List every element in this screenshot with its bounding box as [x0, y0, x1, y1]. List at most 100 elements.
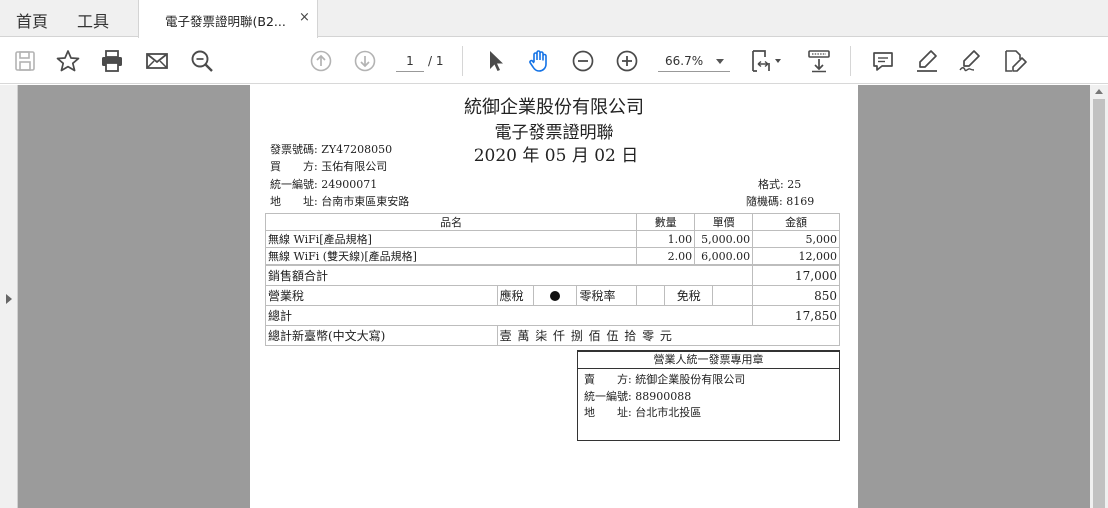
stamp-seller-row: 賣 方: 統御企業股份有限公司 [584, 371, 745, 387]
buyer-tax-id-row: 統一編號: 24900071 [270, 176, 377, 192]
zoom-level-select[interactable]: 66.7% [658, 50, 730, 72]
print-icon[interactable] [99, 48, 125, 74]
random-code-row: 隨機碼: 8169 [746, 193, 814, 209]
buyer-address-row: 地 址: 台南市東區東安路 [270, 193, 409, 209]
column-header-price: 單價 [694, 213, 754, 231]
item-price: 6,000.00 [694, 247, 754, 265]
document-tab[interactable]: 電子發票證明聯(B2... × [138, 0, 318, 38]
zero-rate-mark [636, 285, 666, 306]
bookmark-star-icon[interactable] [55, 48, 81, 74]
stamp-tax-id-value: 88900088 [635, 390, 692, 403]
item-qty: 2.00 [636, 247, 696, 265]
stamp-header: 營業人統一發票專用章 [578, 351, 839, 369]
toolbar-divider [850, 46, 851, 76]
exempt-label: 免稅 [664, 285, 714, 306]
zoom-out-icon[interactable] [570, 48, 596, 74]
highlight-pen-icon[interactable] [914, 48, 940, 74]
sales-total-label: 銷售額合計 [264, 265, 754, 286]
scroll-up-arrow-icon[interactable] [1095, 89, 1103, 94]
chinese-total-label: 總計新臺幣(中文大寫) [265, 325, 498, 346]
stamp-address-label: 地 址: [584, 406, 632, 419]
comment-icon[interactable] [870, 48, 896, 74]
seller-company-title: 統御企業股份有限公司 [464, 97, 644, 118]
column-header-item: 品名 [264, 213, 638, 231]
random-code-value: 8169 [786, 195, 815, 208]
item-amount: 12,000 [752, 247, 840, 265]
random-code-label: 隨機碼: [746, 195, 783, 208]
scrollbar-thumb[interactable] [1093, 99, 1105, 508]
item-name: 無線 WiFi (雙天線)[產品規格] [264, 247, 638, 265]
seller-stamp-box: 營業人統一發票專用章 賣 方: 統御企業股份有限公司 統一編號: 8890008… [577, 350, 840, 441]
taxable-label: 應稅 [496, 285, 534, 306]
table-header-row: 品名 數量 單價 金額 [264, 213, 840, 231]
table-row: 無線 WiFi[產品規格] 1.00 5,000.00 5,000 [264, 230, 840, 248]
tax-label: 營業稅 [265, 285, 498, 306]
close-tab-icon[interactable]: × [299, 10, 310, 25]
tax-amount: 850 [752, 285, 840, 306]
exempt-mark [712, 285, 754, 306]
address-value: 台南市東區東安路 [321, 195, 410, 208]
item-name: 無線 WiFi[產品規格] [264, 230, 638, 248]
invoice-totals-table: 銷售額合計 17,000 營業稅 應稅 零稅率 免稅 850 總計 17,850… [264, 265, 841, 346]
menu-tools[interactable]: 工具 [77, 8, 109, 32]
format-row: 格式: 25 [758, 176, 801, 192]
item-amount: 5,000 [752, 230, 840, 248]
select-cursor-icon[interactable] [482, 48, 508, 74]
grand-total-row: 總計 17,850 [264, 305, 840, 326]
page-fit-icon[interactable] [748, 48, 784, 74]
email-icon[interactable] [144, 48, 170, 74]
sign-pen-icon[interactable] [957, 48, 983, 74]
menu-bar: 首頁 工具 電子發票證明聯(B2... × [0, 0, 1108, 38]
item-price: 5,000.00 [694, 230, 754, 248]
format-value: 25 [787, 178, 802, 191]
stamp-tax-id-row: 統一編號: 88900088 [584, 388, 691, 404]
invoice-number-value: ZY47208050 [321, 143, 393, 156]
stamp-address-value: 台北市北投區 [635, 406, 702, 419]
item-qty: 1.00 [636, 230, 696, 248]
chevron-down-icon [716, 59, 724, 64]
toolbar: 1 / 1 66.7% [0, 38, 1108, 84]
zoom-level-value: 66.7% [665, 54, 704, 68]
column-header-qty: 數量 [636, 213, 696, 231]
tax-row: 營業稅 應稅 零稅率 免稅 850 [265, 285, 840, 306]
stamp-address-row: 地 址: 台北市北投區 [584, 404, 701, 420]
hand-tool-icon[interactable] [526, 48, 552, 74]
zoom-search-icon[interactable] [189, 48, 215, 74]
zero-rate-label: 零稅率 [576, 285, 638, 306]
document-title: 電子發票證明聯 [494, 123, 614, 143]
sales-total-value: 17,000 [752, 265, 840, 286]
chinese-total-row: 總計新臺幣(中文大寫) 壹 萬 柒 仟 捌 佰 伍 拾 零 元 [265, 325, 841, 346]
address-label: 地 址: [270, 195, 318, 208]
table-row: 無線 WiFi (雙天線)[產品規格] 2.00 6,000.00 12,000 [264, 247, 840, 265]
invoice-number-label: 發票號碼: [270, 143, 318, 156]
page-number-input[interactable]: 1 [396, 50, 424, 72]
buyer-value: 玉佑有限公司 [321, 160, 388, 173]
stamp-tax-id-label: 統一編號: [584, 390, 632, 403]
format-label: 格式: [758, 178, 784, 191]
menu-home[interactable]: 首頁 [16, 8, 48, 32]
invoice-number-row: 發票號碼: ZY47208050 [270, 141, 392, 157]
grand-total-label: 總計 [264, 305, 754, 326]
tax-id-label: 統一編號: [270, 178, 318, 191]
invoice-items-table: 品名 數量 單價 金額 無線 WiFi[產品規格] 1.00 5,000.00 … [264, 213, 840, 265]
next-page-icon[interactable] [352, 48, 378, 74]
sales-total-row: 銷售額合計 17,000 [264, 265, 840, 286]
previous-page-icon[interactable] [308, 48, 334, 74]
buyer-row: 買 方: 玉佑有限公司 [270, 158, 387, 174]
save-icon[interactable] [12, 48, 38, 74]
stamp-seller-value: 統御企業股份有限公司 [635, 373, 746, 386]
grand-total-value: 17,850 [752, 305, 840, 326]
fill-sign-icon[interactable] [1002, 48, 1028, 74]
stamp-seller-label: 賣 方: [584, 373, 632, 386]
page-total: / 1 [428, 54, 444, 68]
zoom-in-icon[interactable] [614, 48, 640, 74]
taxable-checked-dot [532, 285, 578, 306]
tab-title: 電子發票證明聯(B2... [165, 14, 286, 29]
scroll-mode-icon[interactable] [806, 48, 832, 74]
chinese-total-value: 壹 萬 柒 仟 捌 佰 伍 拾 零 元 [496, 325, 841, 346]
expand-panel-arrow-icon[interactable] [6, 294, 12, 304]
toolbar-divider [462, 46, 463, 76]
column-header-amount: 金額 [752, 213, 840, 231]
buyer-label: 買 方: [270, 160, 318, 173]
tax-id-value: 24900071 [321, 178, 378, 191]
